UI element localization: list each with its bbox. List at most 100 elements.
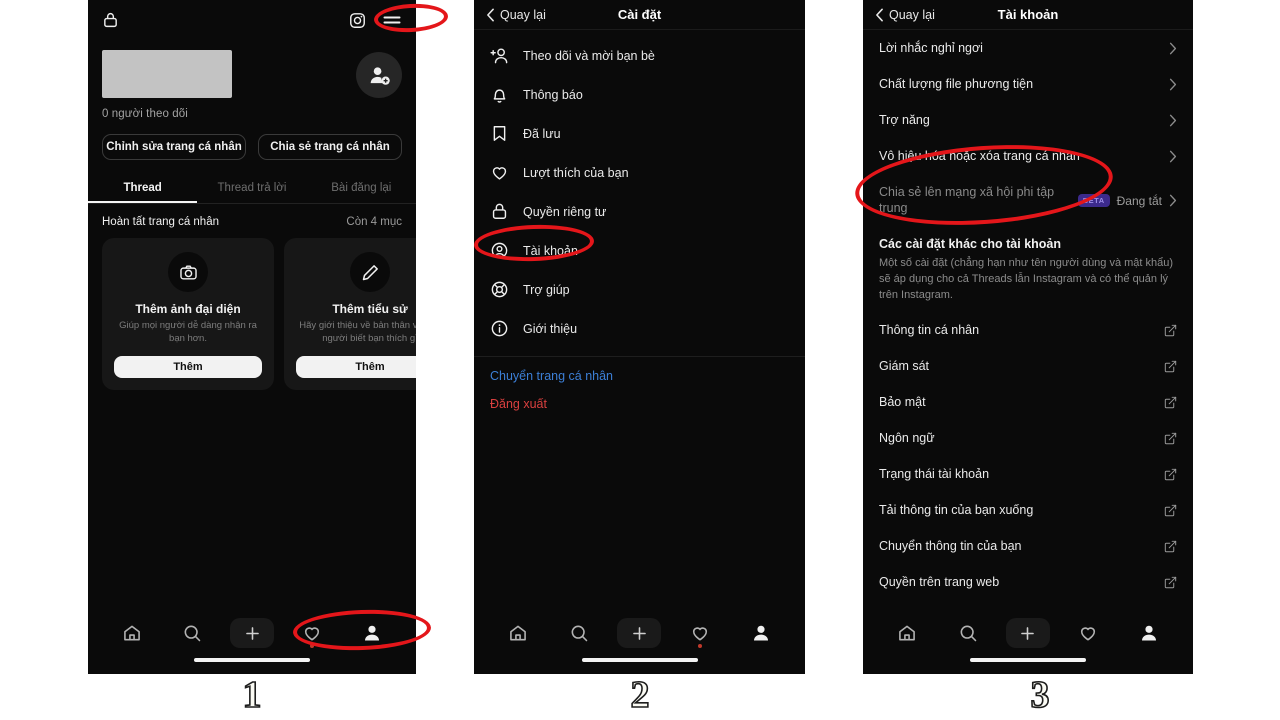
heart-icon [490, 163, 509, 182]
settings-item-label: Trợ giúp [523, 282, 570, 297]
home-icon [122, 623, 142, 643]
plus-icon [243, 624, 262, 643]
external-item-website-permissions[interactable]: Quyền trên trang web [863, 564, 1193, 600]
lock-icon[interactable] [102, 11, 119, 29]
external-link-icon [1164, 576, 1177, 589]
account-item-state: Đang tắt [1116, 193, 1162, 208]
settings-item-label: Theo dõi và mời bạn bè [523, 48, 655, 63]
nav-create-button[interactable] [1005, 618, 1050, 648]
settings-item-likes[interactable]: Lượt thích của bạn [474, 153, 805, 192]
heart-icon [302, 623, 322, 643]
chevron-left-icon [875, 8, 884, 22]
nav-profile-button[interactable] [739, 616, 783, 650]
external-item-label: Tải thông tin của bạn xuống [879, 503, 1034, 518]
bottom-navigation [88, 610, 416, 674]
home-indicator [194, 658, 310, 662]
card-add-button[interactable]: Thêm [114, 356, 262, 378]
card-add-button[interactable]: Thêm [296, 356, 416, 378]
section-title: Các cài đặt khác cho tài khoản [879, 237, 1062, 252]
nav-activity-button[interactable] [1066, 616, 1110, 650]
home-indicator [581, 658, 698, 662]
nav-home-button[interactable] [496, 616, 540, 650]
home-indicator [970, 658, 1086, 662]
external-link-icon [1164, 324, 1177, 337]
external-item-transfer-info[interactable]: Chuyển thông tin của bạn [863, 528, 1193, 564]
external-settings-list: Thông tin cá nhân Giám sát Bảo mật Ngôn … [863, 312, 1193, 600]
external-item-personal-info[interactable]: Thông tin cá nhân [863, 312, 1193, 348]
settings-header: Quay lại Cài đặt [474, 0, 805, 30]
external-item-supervision[interactable]: Giám sát [863, 348, 1193, 384]
instagram-icon[interactable] [349, 12, 366, 29]
chevron-right-icon [1169, 194, 1177, 207]
settings-item-notifications[interactable]: Thông báo [474, 75, 805, 114]
nav-search-button[interactable] [170, 616, 214, 650]
share-profile-button[interactable]: Chia sẻ trang cá nhân [258, 134, 402, 160]
switch-profile-link[interactable]: Chuyển trang cá nhân [474, 357, 805, 387]
back-button[interactable]: Quay lại [486, 8, 546, 22]
external-item-security[interactable]: Bảo mật [863, 384, 1193, 420]
nav-search-button[interactable] [946, 616, 990, 650]
chevron-right-icon [1169, 114, 1177, 127]
edit-profile-button[interactable]: Chỉnh sửa trang cá nhân [102, 134, 246, 160]
phone-panel-2: Quay lại Cài đặt Theo dõi và mời bạn bè [474, 0, 805, 674]
settings-list: Theo dõi và mời bạn bè Thông báo Đã lưu … [474, 30, 805, 421]
external-link-icon [1164, 360, 1177, 373]
follower-count: 0 người theo dõi [102, 108, 188, 120]
external-item-download-info[interactable]: Tải thông tin của bạn xuống [863, 492, 1193, 528]
nav-create-button[interactable] [617, 618, 662, 648]
account-item-fediverse-sharing[interactable]: Chia sẻ lên mạng xã hội phi tập trung BE… [863, 174, 1193, 227]
settings-item-label: Tài khoản [523, 243, 578, 258]
card-add-bio[interactable]: Thêm tiểu sử Hãy giới thiệu về bản thân … [284, 238, 416, 390]
account-item-media-quality[interactable]: Chất lượng file phương tiện [863, 66, 1193, 102]
settings-item-saved[interactable]: Đã lưu [474, 114, 805, 153]
external-item-label: Quyền trên trang web [879, 575, 1000, 590]
nav-activity-button[interactable] [290, 616, 334, 650]
activity-badge-dot [698, 644, 703, 648]
chevron-right-icon [1169, 78, 1177, 91]
nav-profile-button[interactable] [1127, 616, 1171, 650]
settings-item-account[interactable]: Tài khoản [474, 231, 805, 270]
search-icon [182, 623, 202, 643]
bottom-navigation [474, 610, 805, 674]
account-item-break-reminder[interactable]: Lời nhắc nghỉ ngơi [863, 30, 1193, 66]
nav-home-button[interactable] [110, 616, 154, 650]
card-add-avatar[interactable]: Thêm ảnh đại diện Giúp mọi người dễ dàng… [102, 238, 274, 390]
nav-home-button[interactable] [885, 616, 929, 650]
back-button[interactable]: Quay lại [875, 8, 935, 22]
card-subtitle: Hãy giới thiệu về bản thân và mọi người … [299, 320, 416, 344]
activity-badge-dot [310, 644, 314, 648]
profile-icon [1139, 623, 1159, 643]
tab-reposts[interactable]: Bài đăng lại [307, 174, 416, 203]
account-item-deactivate-delete[interactable]: Vô hiệu hóa hoặc xóa trang cá nhân [863, 138, 1193, 174]
account-item-accessibility[interactable]: Trợ năng [863, 102, 1193, 138]
info-icon [490, 319, 509, 338]
nav-activity-button[interactable] [678, 616, 722, 650]
chevron-right-icon [1169, 150, 1177, 163]
settings-item-label: Giới thiệu [523, 321, 578, 336]
nav-search-button[interactable] [557, 616, 601, 650]
step-number-3: 3 [1030, 674, 1051, 716]
external-item-language[interactable]: Ngôn ngữ [863, 420, 1193, 456]
add-person-avatar-button[interactable] [356, 52, 402, 98]
plus-icon [1018, 624, 1037, 643]
external-item-account-status[interactable]: Trạng thái tài khoản [863, 456, 1193, 492]
profile-icon [751, 623, 771, 643]
hamburger-menu-icon[interactable] [382, 13, 402, 27]
account-settings-screen: Quay lại Tài khoản Lời nhắc nghỉ ngơi Ch… [863, 0, 1193, 674]
nav-create-button[interactable] [230, 618, 274, 648]
heart-icon [1078, 623, 1098, 643]
tab-thread[interactable]: Thread [88, 174, 197, 203]
settings-item-label: Đã lưu [523, 126, 561, 141]
settings-item-about[interactable]: Giới thiệu [474, 309, 805, 348]
external-item-label: Trạng thái tài khoản [879, 467, 990, 482]
tab-thread-replies[interactable]: Thread trả lời [197, 174, 306, 203]
lifebuoy-icon [490, 280, 509, 299]
external-link-icon [1164, 432, 1177, 445]
logout-link[interactable]: Đăng xuất [474, 387, 805, 421]
plus-icon [630, 624, 649, 643]
settings-item-privacy[interactable]: Quyền riêng tư [474, 192, 805, 231]
settings-item-help[interactable]: Trợ giúp [474, 270, 805, 309]
nav-profile-button[interactable] [350, 616, 394, 650]
home-icon [508, 623, 528, 643]
settings-item-follow-invite[interactable]: Theo dõi và mời bạn bè [474, 36, 805, 75]
